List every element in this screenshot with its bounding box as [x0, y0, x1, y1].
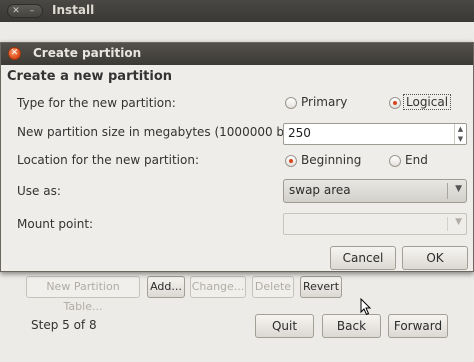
quit-button[interactable]: Quit: [255, 314, 314, 338]
radio-logical[interactable]: Logical: [389, 94, 469, 111]
radio-beginning-indicator: [285, 155, 297, 167]
dialog-title: Create partition: [33, 46, 142, 60]
add-partition-button[interactable]: Add...: [147, 276, 185, 298]
partition-size-spinner[interactable]: 250 ▲ ▼: [283, 123, 467, 145]
step-indicator: Step 5 of 8: [31, 318, 97, 332]
radio-end-indicator: [389, 155, 401, 167]
minimize-icon[interactable]: –: [27, 6, 37, 16]
delete-partition-button[interactable]: Delete: [252, 276, 294, 298]
new-partition-table-button[interactable]: New Partition Table...: [26, 276, 140, 313]
change-partition-button[interactable]: Change...: [190, 276, 246, 298]
dialog-titlebar: ✕ Create partition: [1, 43, 473, 65]
install-window-title: Install: [52, 3, 95, 17]
section-heading: Create a new partition: [7, 69, 173, 84]
radio-primary[interactable]: Primary: [285, 95, 365, 111]
ok-button[interactable]: OK: [402, 246, 468, 270]
partition-type-label: Type for the new partition:: [17, 96, 176, 110]
create-partition-dialog: ✕ Create partition Create a new partitio…: [0, 42, 474, 272]
use-as-dropdown[interactable]: swap area ▼: [283, 179, 467, 203]
forward-button[interactable]: Forward: [388, 314, 448, 338]
use-as-value: swap area: [289, 183, 351, 197]
cancel-button[interactable]: Cancel: [330, 246, 396, 270]
partition-size-value: 250: [288, 126, 311, 140]
spin-up-icon[interactable]: ▲: [455, 124, 466, 134]
radio-end[interactable]: End: [389, 153, 449, 169]
chevron-down-icon: ▼: [455, 184, 462, 194]
spinner-arrows: ▲ ▼: [454, 124, 466, 144]
revert-button[interactable]: Revert: [300, 276, 342, 298]
radio-beginning[interactable]: Beginning: [285, 153, 375, 169]
window-controls: ✕ –: [7, 4, 43, 18]
partition-location-label: Location for the new partition:: [17, 153, 199, 167]
mount-point-label: Mount point:: [17, 217, 94, 231]
install-titlebar: ✕ – Install: [0, 0, 474, 22]
radio-beginning-label: Beginning: [301, 153, 362, 167]
dialog-close-icon[interactable]: ✕: [8, 47, 21, 60]
use-as-label: Use as:: [17, 184, 61, 198]
mount-point-combo[interactable]: ▼: [283, 213, 467, 235]
partition-size-label: New partition size in megabytes (1000000…: [17, 125, 319, 139]
back-button[interactable]: Back: [322, 314, 381, 338]
radio-logical-label: Logical: [403, 94, 452, 110]
radio-primary-indicator: [285, 97, 297, 109]
dropdown-separator: [447, 183, 448, 199]
radio-logical-indicator: [389, 97, 401, 109]
mouse-pointer-icon: [360, 298, 372, 316]
spin-down-icon[interactable]: ▼: [455, 134, 466, 144]
radio-end-label: End: [405, 153, 428, 167]
dropdown-separator: [447, 217, 448, 231]
chevron-down-icon: ▼: [455, 217, 462, 227]
radio-primary-label: Primary: [301, 95, 348, 109]
close-icon[interactable]: ✕: [11, 6, 21, 16]
